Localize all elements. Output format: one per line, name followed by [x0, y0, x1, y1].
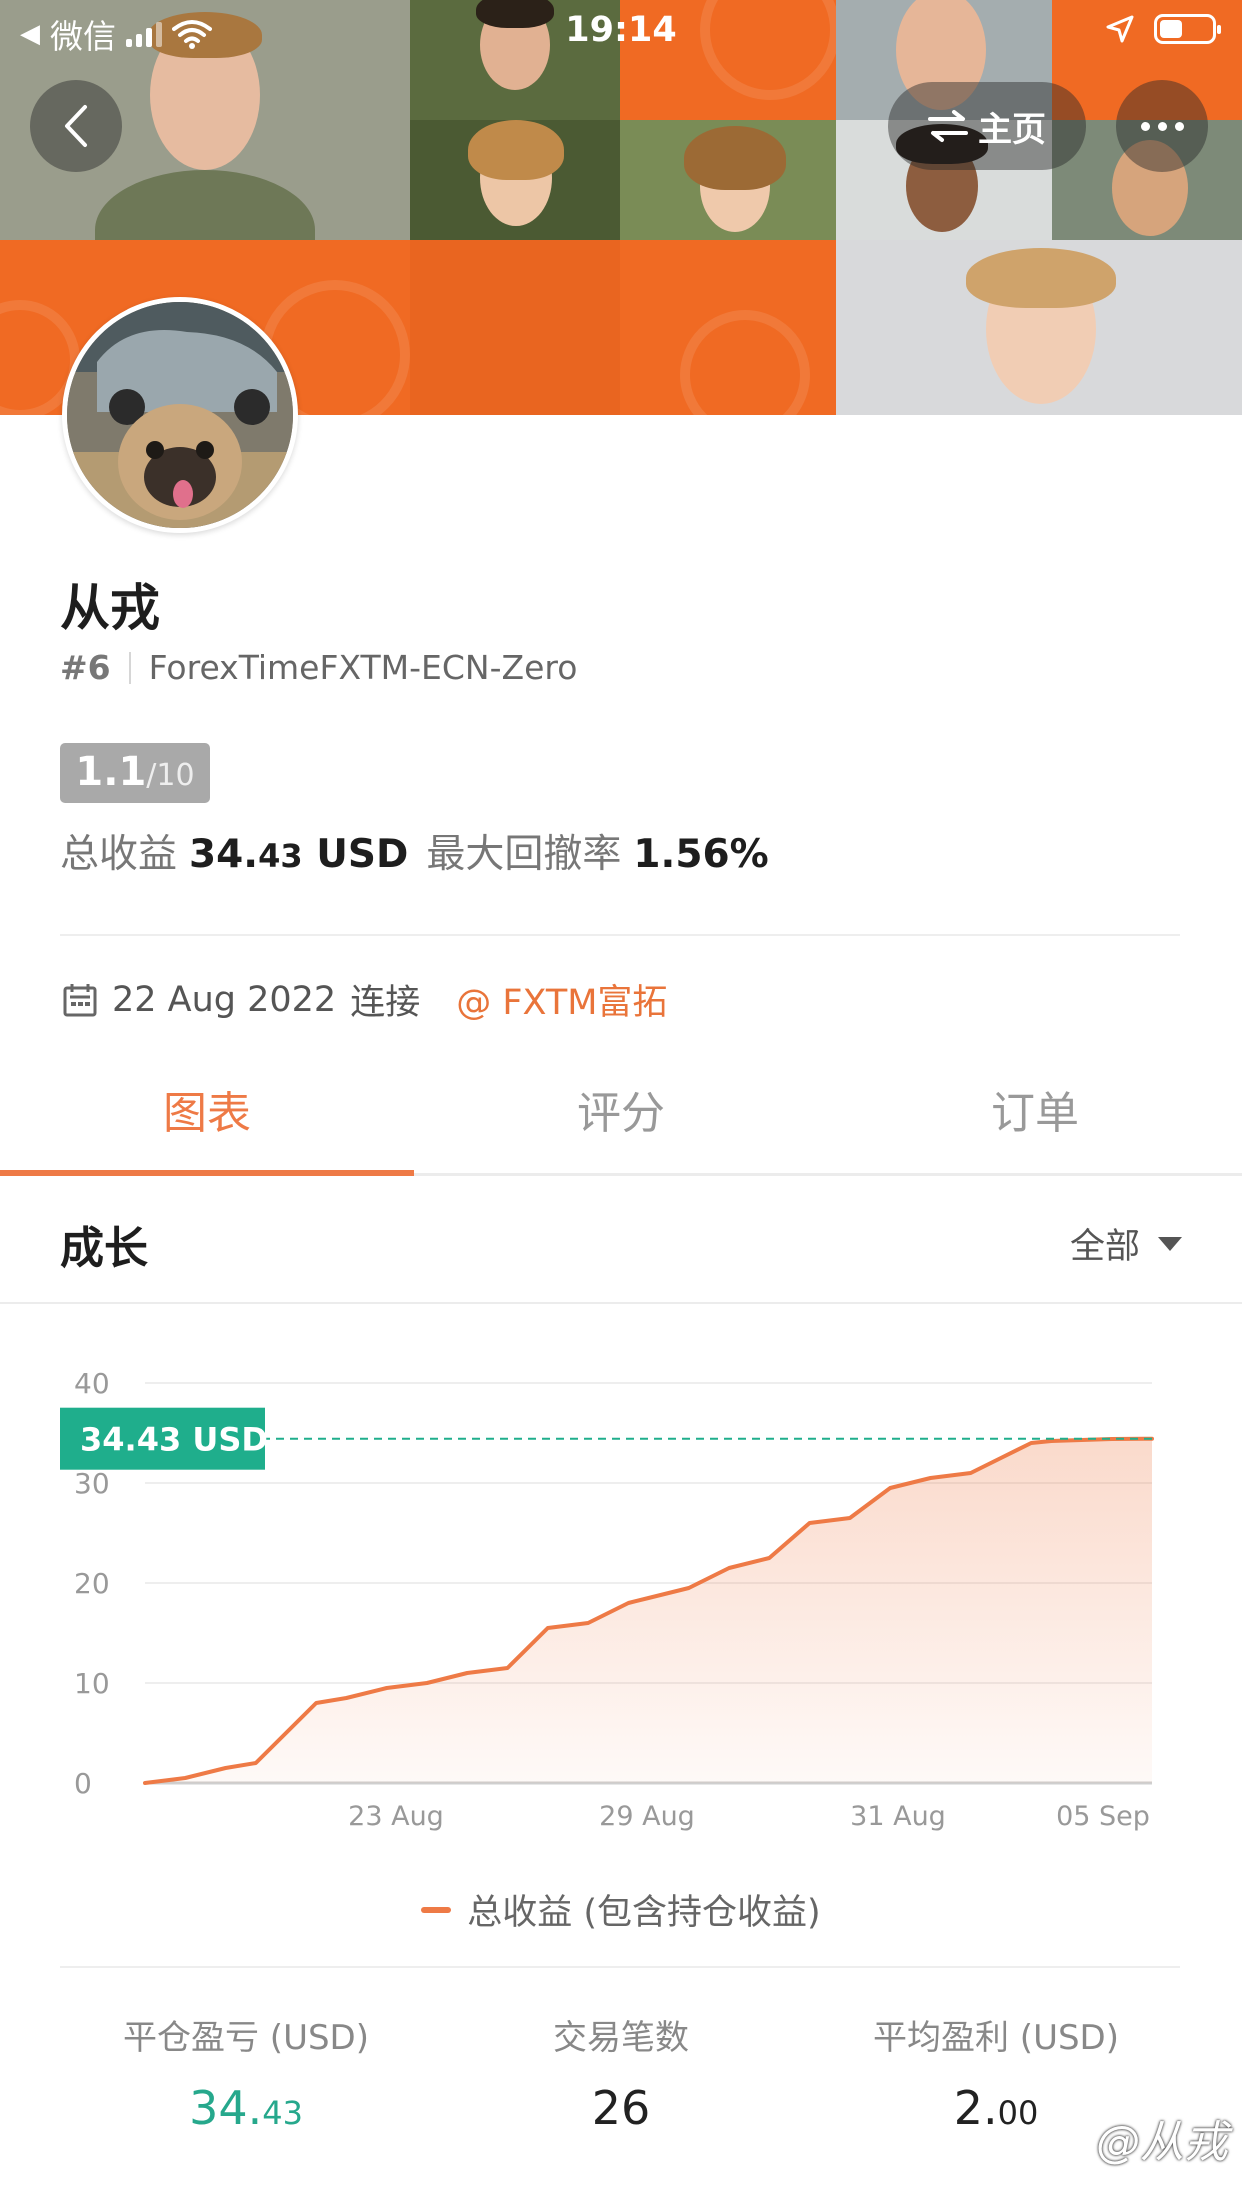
trader-name: 从戎 [60, 579, 160, 637]
total-profit-label: 总收益 [60, 832, 178, 877]
trader-rank: #6 [60, 648, 111, 687]
banner-photo-tile [620, 120, 836, 240]
home-label: 主页 [978, 109, 1046, 150]
drawdown-value: 1.56% [633, 832, 769, 877]
tab-rating[interactable]: 评分 [414, 1052, 828, 1173]
stat-label: 平均盈利 (USD) [873, 2018, 1119, 2058]
current-value-text: 34.43 USD [80, 1421, 268, 1459]
banner-orange-tile [410, 240, 620, 415]
profit-summary: 总收益 34.43 USD 最大回撤率 1.56% [60, 823, 787, 879]
section-title: 成长 [60, 1223, 148, 1274]
legend-swatch [421, 1906, 452, 1913]
current-value-tag: 34.43 USD [60, 1407, 268, 1470]
connect-label: 连接 [350, 983, 421, 1023]
banner-photo-tile [410, 120, 620, 240]
x-tick-label: 31 Aug [850, 1801, 946, 1832]
score-badge[interactable]: 1.1 /10 [60, 743, 210, 803]
broker-link[interactable]: @ FXTM富拓 [456, 974, 667, 1025]
growth-chart[interactable]: 0 10 20 30 40 23 Aug 29 Aug 31 Aug 05 Sep 34.43… [0, 1340, 1242, 1860]
tab-orders[interactable]: 订单 [828, 1052, 1242, 1173]
legend-label: 总收益 (包含持仓收益) [467, 1893, 821, 1933]
y-tick-label: 0 [74, 1767, 92, 1800]
calendar-icon [63, 983, 97, 1016]
x-tick-label: 23 Aug [348, 1801, 444, 1832]
closed-pnl-stat: 平仓盈亏 (USD) 34.43 [56, 2010, 436, 2135]
connect-date: 22 Aug 2022 [112, 979, 337, 1020]
trade-count-stat: 交易笔数 26 [431, 2010, 811, 2135]
avatar-image [67, 302, 293, 528]
total-profit-value: 34.43 USD [189, 832, 409, 877]
more-button[interactable] [1116, 80, 1208, 172]
more-dot-icon [1174, 121, 1184, 131]
stat-label: 平仓盈亏 (USD) [123, 2018, 369, 2058]
banner-orange-tile [620, 240, 836, 415]
tab-chart[interactable]: 图表 [0, 1052, 414, 1173]
y-tick-label: 10 [74, 1667, 110, 1700]
watermark: @从戎 [1096, 2117, 1228, 2168]
divider [128, 651, 131, 684]
chevron-left-icon [65, 105, 87, 147]
period-filter-label: 全部 [1069, 1227, 1140, 1267]
status-time: 19:14 [565, 10, 677, 50]
back-button[interactable] [30, 80, 122, 172]
divider [60, 934, 1180, 936]
tab-bar: 图表 评分 订单 [0, 1052, 1242, 1176]
home-switch-button[interactable]: 主页 [888, 82, 1086, 170]
trader-subline: #6 ForexTimeFXTM-ECN-Zero [60, 648, 577, 687]
score-max: /10 [146, 758, 195, 793]
period-filter-dropdown[interactable]: 全部 [1070, 1218, 1182, 1269]
score-value: 1.1 [75, 749, 147, 795]
connection-info: 22 Aug 2022 连接 @ FXTM富拓 [62, 974, 667, 1025]
drawdown-label: 最大回撤率 [426, 832, 622, 877]
y-tick-label: 40 [74, 1367, 110, 1400]
status-bar: ◀ 微信 19:14 [0, 0, 1242, 62]
swap-arrows-icon [928, 110, 968, 142]
chart-legend: 总收益 (包含持仓收益) [0, 1884, 1242, 1935]
stat-label: 交易笔数 [553, 2018, 689, 2058]
y-tick-label: 20 [74, 1567, 110, 1600]
location-icon [1106, 15, 1134, 43]
stat-value: 26 [591, 2081, 651, 2135]
divider [60, 1966, 1180, 1968]
x-tick-label: 05 Sep [1056, 1801, 1150, 1832]
caret-down-icon [1158, 1236, 1182, 1251]
stat-value: 34.43 [189, 2081, 303, 2135]
avatar[interactable] [62, 297, 298, 533]
growth-section-header: 成长 全部 [0, 1176, 1242, 1304]
more-dot-icon [1140, 121, 1150, 131]
y-tick-label: 30 [74, 1467, 110, 1500]
more-dot-icon [1157, 121, 1167, 131]
growth-area [145, 1438, 1152, 1783]
trading-server: ForexTimeFXTM-ECN-Zero [148, 648, 578, 687]
battery-icon [1154, 14, 1221, 44]
x-tick-label: 29 Aug [599, 1801, 695, 1832]
banner-photo-tile [836, 240, 1242, 415]
